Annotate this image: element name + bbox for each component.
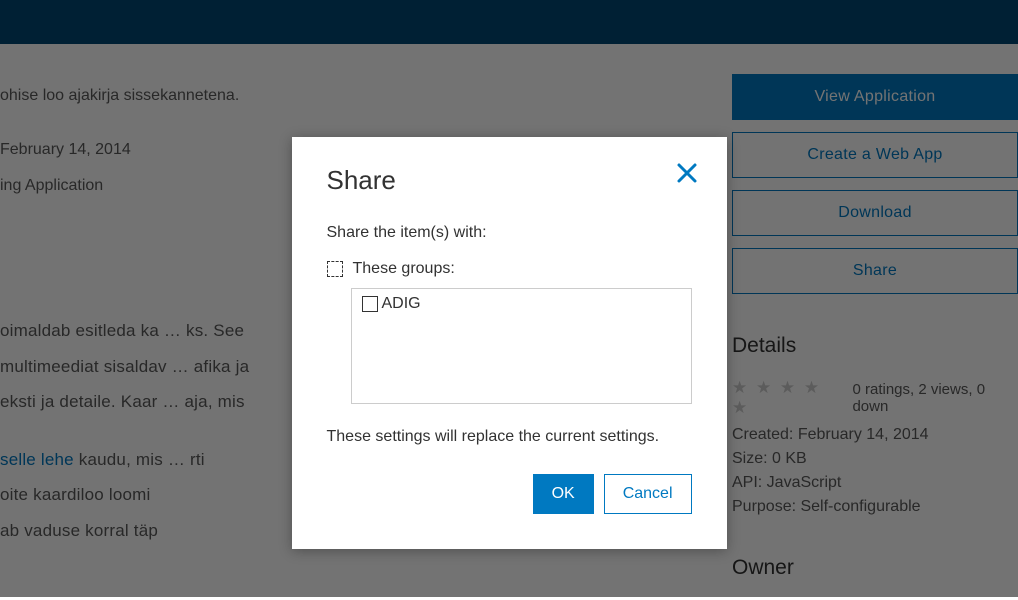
close-icon[interactable] <box>675 161 699 185</box>
share-modal: Share Share the item(s) with: These grou… <box>292 137 727 549</box>
cancel-button[interactable]: Cancel <box>604 474 692 514</box>
group-item[interactable]: ADIG <box>362 295 681 313</box>
group-name: ADIG <box>382 295 421 313</box>
modal-note: These settings will replace the current … <box>327 428 692 446</box>
groups-list: ADIG <box>351 288 692 404</box>
groups-toggle-row[interactable]: These groups: <box>327 260 692 278</box>
modal-actions: OK Cancel <box>327 474 692 514</box>
group-checkbox[interactable] <box>362 296 378 312</box>
ok-button[interactable]: OK <box>533 474 594 514</box>
modal-overlay: Share Share the item(s) with: These grou… <box>0 0 1018 597</box>
modal-subtitle: Share the item(s) with: <box>327 224 692 242</box>
groups-label: These groups: <box>353 260 455 278</box>
modal-title: Share <box>327 165 692 196</box>
groups-checkbox-partial[interactable] <box>327 261 343 277</box>
